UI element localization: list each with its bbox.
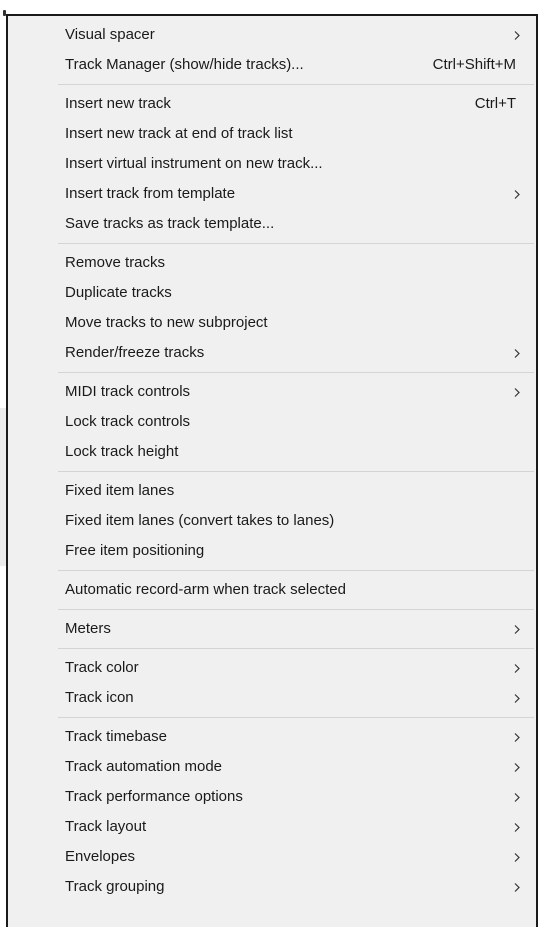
menu-separator [58, 372, 534, 373]
menu-item-label: Track Manager (show/hide tracks)... [65, 56, 304, 73]
menu-item-track-timebase[interactable]: Track timebase [8, 722, 536, 752]
menu-item-label: Fixed item lanes (convert takes to lanes… [65, 512, 335, 529]
menu-item-label: Track color [65, 659, 139, 676]
menu-item-label: Free item positioning [65, 542, 205, 559]
menu-item-insert-new-track[interactable]: Insert new track Ctrl+T [8, 89, 536, 119]
menu-item-label: Track performance options [65, 788, 243, 805]
chevron-right-icon [514, 20, 524, 50]
menu-item-label: Render/freeze tracks [65, 344, 205, 361]
chevron-right-icon [514, 653, 524, 683]
menu-item-insert-track-from-template[interactable]: Insert track from template [8, 179, 536, 209]
menu-separator [58, 609, 534, 610]
menu-item-label: Insert track from template [65, 185, 236, 202]
menu-separator [58, 84, 534, 85]
menu-item-track-grouping[interactable]: Track grouping [8, 872, 536, 902]
chevron-right-icon [514, 614, 524, 644]
menu-item-track-manager-show-hide-tracks[interactable]: Track Manager (show/hide tracks)... Ctrl+… [8, 50, 536, 80]
menu-item-label: Insert new track at end of track list [65, 125, 293, 142]
menu-item-midi-track-controls[interactable]: MIDI track controls [8, 377, 536, 407]
menu-item-move-tracks-to-new-subproject[interactable]: Move tracks to new subproject [8, 308, 536, 338]
menu-item-track-automation-mode[interactable]: Track automation mode [8, 752, 536, 782]
menu-item-fixed-item-lanes[interactable]: Fixed item lanes [8, 476, 536, 506]
menu-separator [58, 471, 534, 472]
menu-item-insert-new-track-at-end-of-track-list[interactable]: Insert new track at end of track list [8, 119, 536, 149]
menu-item-label: Lock track controls [65, 413, 191, 430]
menu-item-label: Move tracks to new subproject [65, 314, 268, 331]
menu-item-label: Automatic record-arm when track selected [65, 581, 346, 598]
menu-item-remove-tracks[interactable]: Remove tracks [8, 248, 536, 278]
chevron-right-icon [514, 842, 524, 872]
menu-item-free-item-positioning[interactable]: Free item positioning [8, 536, 536, 566]
menu-item-render-freeze-tracks[interactable]: Render/freeze tracks [8, 338, 536, 368]
chevron-right-icon [514, 377, 524, 407]
menu-item-label: Save tracks as track template... [65, 215, 275, 232]
chevron-right-icon [514, 179, 524, 209]
menu-item-lock-track-height[interactable]: Lock track height [8, 437, 536, 467]
menu-item-track-color[interactable]: Track color [8, 653, 536, 683]
menu-item-automatic-record-arm-when-track-selected[interactable]: Automatic record-arm when track selected [8, 575, 536, 605]
menu-item-meters[interactable]: Meters [8, 614, 536, 644]
menu-separator [58, 648, 534, 649]
menu-item-envelopes[interactable]: Envelopes [8, 842, 536, 872]
menu-item-label: Lock track height [65, 443, 179, 460]
track-context-menu: Visual spacer Track Manager (show/hide tr… [6, 14, 538, 927]
menu-item-label: Meters [65, 620, 111, 637]
menu-item-visual-spacer[interactable]: Visual spacer [8, 20, 536, 50]
menu-item-save-tracks-as-track-template[interactable]: Save tracks as track template... [8, 209, 536, 239]
menu-item-label: Duplicate tracks [65, 284, 172, 301]
menu-separator [58, 570, 534, 571]
chevron-right-icon [514, 812, 524, 842]
menu-item-label: Fixed item lanes [65, 482, 175, 499]
menu-item-label: Insert virtual instrument on new track..… [65, 155, 323, 172]
chevron-right-icon [514, 752, 524, 782]
menu-item-shortcut: Ctrl+T [474, 95, 516, 112]
menu-item-track-performance-options[interactable]: Track performance options [8, 782, 536, 812]
menu-separator [58, 243, 534, 244]
menu-item-track-layout[interactable]: Track layout [8, 812, 536, 842]
menu-item-label: Track grouping [65, 878, 165, 895]
chevron-right-icon [514, 722, 524, 752]
chevron-right-icon [514, 683, 524, 713]
menu-item-label: Track timebase [65, 728, 167, 745]
screen: Visual spacer Track Manager (show/hide tr… [0, 0, 541, 927]
menu-item-label: Visual spacer [65, 26, 155, 43]
menu-separator [58, 717, 534, 718]
menu-item-fixed-item-lanes-convert-takes-to-lanes[interactable]: Fixed item lanes (convert takes to lanes… [8, 506, 536, 536]
menu-item-duplicate-tracks[interactable]: Duplicate tracks [8, 278, 536, 308]
menu-item-shortcut: Ctrl+Shift+M [432, 56, 516, 73]
menu-item-label: Track automation mode [65, 758, 223, 775]
menu-item-lock-track-controls[interactable]: Lock track controls [8, 407, 536, 437]
menu-item-label: Envelopes [65, 848, 136, 865]
chevron-right-icon [514, 338, 524, 368]
menu-item-label: Track icon [65, 689, 134, 706]
chevron-right-icon [514, 782, 524, 812]
menu-item-label: Remove tracks [65, 254, 166, 271]
menu-item-label: Insert new track [65, 95, 171, 112]
menu-item-label: MIDI track controls [65, 383, 191, 400]
menu-item-insert-virtual-instrument-on-new-track[interactable]: Insert virtual instrument on new track..… [8, 149, 536, 179]
menu-item-track-icon[interactable]: Track icon [8, 683, 536, 713]
menu-item-label: Track layout [65, 818, 147, 835]
chevron-right-icon [514, 872, 524, 902]
